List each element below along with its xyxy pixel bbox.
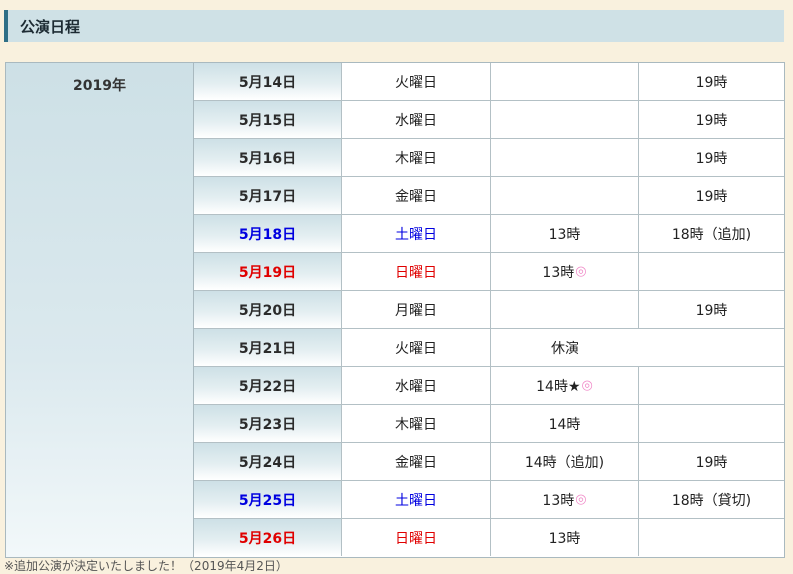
table-row: 5月15日 水曜日 19時 bbox=[194, 101, 784, 139]
table-row: 5月25日 土曜日 13時 ◎ 18時（貸切) bbox=[194, 481, 784, 519]
matinee-time: 13時 bbox=[542, 264, 575, 281]
evening-cell: 18時（追加) bbox=[671, 226, 752, 243]
matinee-cell: 13時 ◎ bbox=[491, 481, 639, 518]
weekday-cell: 金曜日 bbox=[342, 443, 491, 480]
year-label: 2019年 bbox=[73, 78, 126, 94]
date-cell: 5月16日 bbox=[194, 139, 342, 176]
evening-cell: 19時 bbox=[695, 112, 728, 129]
table-row: 5月20日 月曜日 19時 bbox=[194, 291, 784, 329]
evening-cell: 19時 bbox=[695, 188, 728, 205]
matinee-cell bbox=[491, 177, 639, 214]
matinee-cell bbox=[491, 139, 639, 176]
matinee-cell bbox=[491, 291, 639, 328]
no-performance-cell: 休演 bbox=[551, 340, 579, 357]
date-cell: 5月23日 bbox=[194, 405, 342, 442]
matinee-time: 13時 bbox=[542, 492, 575, 509]
date-cell: 5月20日 bbox=[194, 291, 342, 328]
weekday-cell: 金曜日 bbox=[342, 177, 491, 214]
table-row: 5月23日 木曜日 14時 bbox=[194, 405, 784, 443]
weekday-cell: 水曜日 bbox=[342, 367, 491, 404]
matinee-cell: 13時 bbox=[491, 519, 639, 556]
date-cell: 5月15日 bbox=[194, 101, 342, 138]
evening-cell: 19時 bbox=[695, 302, 728, 319]
weekday-cell: 火曜日 bbox=[342, 63, 491, 100]
matinee-cell: 13時 bbox=[491, 215, 639, 252]
weekday-cell: 月曜日 bbox=[342, 291, 491, 328]
page-title-text: 公演日程 bbox=[20, 17, 81, 36]
table-row: 5月22日 水曜日 14時★ ◎ bbox=[194, 367, 784, 405]
evening-cell bbox=[639, 405, 784, 442]
evening-cell: 19時 bbox=[695, 454, 728, 471]
date-cell: 5月21日 bbox=[194, 329, 342, 366]
evening-cell bbox=[639, 519, 784, 556]
date-cell: 5月26日 bbox=[194, 519, 342, 556]
matinee-cell: 14時（追加) bbox=[491, 443, 639, 480]
table-row: 5月26日 日曜日 13時 bbox=[194, 519, 784, 557]
matinee-cell: 13時 ◎ bbox=[491, 253, 639, 290]
weekday-cell: 土曜日 bbox=[342, 481, 491, 518]
matinee-cell bbox=[491, 101, 639, 138]
footer-note: ※追加公演が決定いたしました！（2019年4月2日） bbox=[4, 559, 288, 573]
date-cell: 5月17日 bbox=[194, 177, 342, 214]
matinee-cell: 14時 bbox=[491, 405, 639, 442]
matinee-cell bbox=[491, 63, 639, 100]
special-mark-icon: ◎ bbox=[575, 264, 587, 279]
weekday-cell: 木曜日 bbox=[342, 405, 491, 442]
weekday-cell: 水曜日 bbox=[342, 101, 491, 138]
table-row: 5月18日 土曜日 13時 18時（追加) bbox=[194, 215, 784, 253]
evening-cell: 19時 bbox=[695, 74, 728, 91]
date-cell: 5月24日 bbox=[194, 443, 342, 480]
date-cell: 5月18日 bbox=[194, 215, 342, 252]
special-mark-icon: ◎ bbox=[575, 492, 587, 507]
date-cell: 5月14日 bbox=[194, 63, 342, 100]
table-row: 5月19日 日曜日 13時 ◎ bbox=[194, 253, 784, 291]
special-mark-icon: ◎ bbox=[581, 378, 593, 393]
date-cell: 5月25日 bbox=[194, 481, 342, 518]
weekday-cell: 土曜日 bbox=[342, 215, 491, 252]
year-cell: 2019年 bbox=[6, 63, 194, 557]
weekday-cell: 日曜日 bbox=[342, 253, 491, 290]
matinee-time: 14時★ bbox=[536, 378, 581, 395]
table-row: 5月14日 火曜日 19時 bbox=[194, 63, 784, 101]
evening-cell bbox=[639, 253, 784, 290]
weekday-cell: 火曜日 bbox=[342, 329, 491, 366]
table-row: 5月24日 金曜日 14時（追加) 19時 bbox=[194, 443, 784, 481]
table-row: 5月16日 木曜日 19時 bbox=[194, 139, 784, 177]
weekday-cell: 日曜日 bbox=[342, 519, 491, 556]
table-row: 5月17日 金曜日 19時 bbox=[194, 177, 784, 215]
date-cell: 5月19日 bbox=[194, 253, 342, 290]
schedule-table: 2019年 5月14日 火曜日 19時 5月15日 水曜日 19時 5月16日 … bbox=[5, 62, 785, 558]
weekday-cell: 木曜日 bbox=[342, 139, 491, 176]
evening-cell bbox=[639, 367, 784, 404]
matinee-cell: 14時★ ◎ bbox=[491, 367, 639, 404]
date-cell: 5月22日 bbox=[194, 367, 342, 404]
evening-cell: 18時（貸切) bbox=[671, 492, 752, 509]
evening-cell: 19時 bbox=[695, 150, 728, 167]
page-title: 公演日程 bbox=[4, 10, 784, 42]
table-row: 5月21日 火曜日 休演 bbox=[194, 329, 784, 367]
